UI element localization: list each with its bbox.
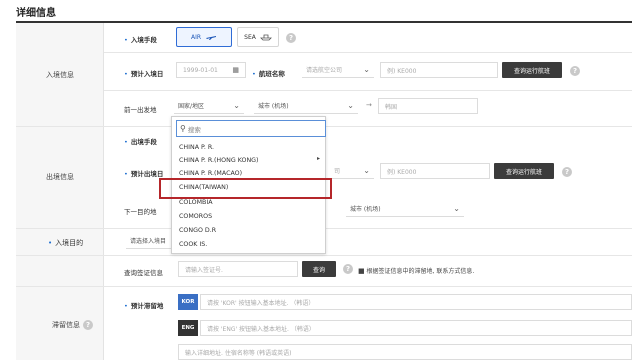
entry-search-flight-button[interactable]: 查询运行航班 — [502, 62, 562, 78]
destination-korea-field: 韩国 — [378, 98, 478, 114]
exit-transport-label: • 出境手段 — [124, 138, 157, 146]
search-icon: ⚲ — [180, 124, 186, 133]
calendar-icon[interactable]: ▦ — [232, 66, 239, 74]
entry-flight-label: • 航班名称 — [252, 70, 285, 78]
dropdown-option[interactable]: CHINA P. R.(HONG KONG) — [179, 157, 259, 164]
eng-badge-button[interactable]: ENG — [178, 320, 198, 336]
visa-search-button[interactable]: 查询 — [302, 261, 336, 277]
help-icon[interactable]: ? — [570, 66, 580, 76]
divider — [16, 286, 632, 287]
visa-label: 查询签证信息 — [124, 269, 163, 277]
help-icon[interactable]: ? — [343, 264, 353, 274]
section-stay-label: 滞留信息? — [52, 320, 93, 330]
eng-address-input[interactable]: 请按 'ENG' 按钮输入基本地址. （韩语） — [200, 320, 632, 336]
entry-date-input[interactable]: 1999-01-01 ▦ — [176, 62, 246, 78]
dropdown-option[interactable]: COMOROS — [179, 213, 212, 220]
ship-icon — [259, 34, 272, 41]
entry-depart-label: 前一出发地 — [124, 106, 157, 114]
air-button[interactable]: AIR — [176, 27, 232, 47]
exit-city-select[interactable]: 城市 (机场) ⌄ — [346, 201, 464, 217]
visa-input[interactable]: 请输入签证号. — [178, 261, 298, 277]
entry-transport-label: • 入境手段 — [124, 36, 157, 44]
kor-badge-button[interactable]: KOR — [178, 294, 198, 310]
purpose-select[interactable]: 请选择入境目 — [126, 233, 176, 249]
dropdown-option[interactable]: CHINA P. R. — [179, 144, 214, 151]
page-title: 详细信息 — [16, 8, 56, 19]
entry-flight-input[interactable]: 例) KE000 — [380, 62, 498, 78]
sea-button[interactable]: SEA — [237, 27, 279, 47]
detail-address-input[interactable]: 输入详细地址. 住宿名称等 (韩语或英语) — [178, 344, 632, 360]
section-purpose-label: • 入境目的 — [48, 239, 84, 247]
chevron-down-icon: ⌄ — [363, 65, 370, 74]
entry-date-label: • 预计入境日 — [124, 70, 164, 78]
depart-city-select[interactable]: 城市 (机场) ⌄ — [254, 98, 358, 114]
visa-note: ■ 根据签证信息中的滞留地, 联系方式信息. — [358, 267, 475, 275]
dropdown-option[interactable]: CONGO D.R — [179, 227, 216, 234]
highlight-box — [159, 178, 332, 199]
stay-address-label: • 预计滞留地 — [124, 302, 164, 310]
arrow-right-icon: → — [366, 101, 372, 109]
chevron-down-icon: ⌄ — [453, 204, 460, 213]
exit-search-flight-button[interactable]: 查询运行航班 — [494, 163, 554, 179]
divider — [16, 255, 632, 256]
scroll-arrow-icon[interactable]: ▸ — [317, 155, 320, 162]
chevron-down-icon: ⌄ — [233, 101, 240, 110]
exit-flight-input[interactable]: 例) KE000 — [380, 163, 490, 179]
divider — [104, 90, 632, 91]
help-icon[interactable]: ? — [83, 320, 93, 330]
section-entry-label: 入境信息 — [46, 71, 74, 79]
help-icon[interactable]: ? — [286, 33, 296, 43]
kor-address-input[interactable]: 请按 'KOR' 按钮输入基本地址. （韩语） — [200, 294, 632, 310]
exit-date-label: • 预计出境日 — [124, 170, 164, 178]
airplane-icon — [206, 36, 217, 40]
chevron-down-icon: ⌄ — [363, 166, 370, 175]
divider — [104, 52, 632, 53]
dropdown-option[interactable]: COOK IS. — [179, 241, 207, 248]
entry-airline-select[interactable]: 请选航空公司 ⌄ — [302, 62, 374, 78]
depart-country-select[interactable]: 国家/地区 ⌄ — [174, 98, 244, 114]
help-icon[interactable]: ? — [562, 167, 572, 177]
section-exit-label: 出境信息 — [46, 173, 74, 181]
dropdown-option[interactable]: COLOMBIA — [179, 199, 213, 206]
chevron-down-icon: ⌄ — [347, 101, 354, 110]
exit-next-label: 下一目的地 — [124, 208, 157, 216]
exit-airline-select[interactable]: 司 ⌄ — [330, 163, 374, 179]
dropdown-search-input[interactable]: ⚲ 搜索 — [176, 120, 326, 137]
dropdown-option[interactable]: CHINA P. R.(MACAO) — [179, 170, 242, 177]
